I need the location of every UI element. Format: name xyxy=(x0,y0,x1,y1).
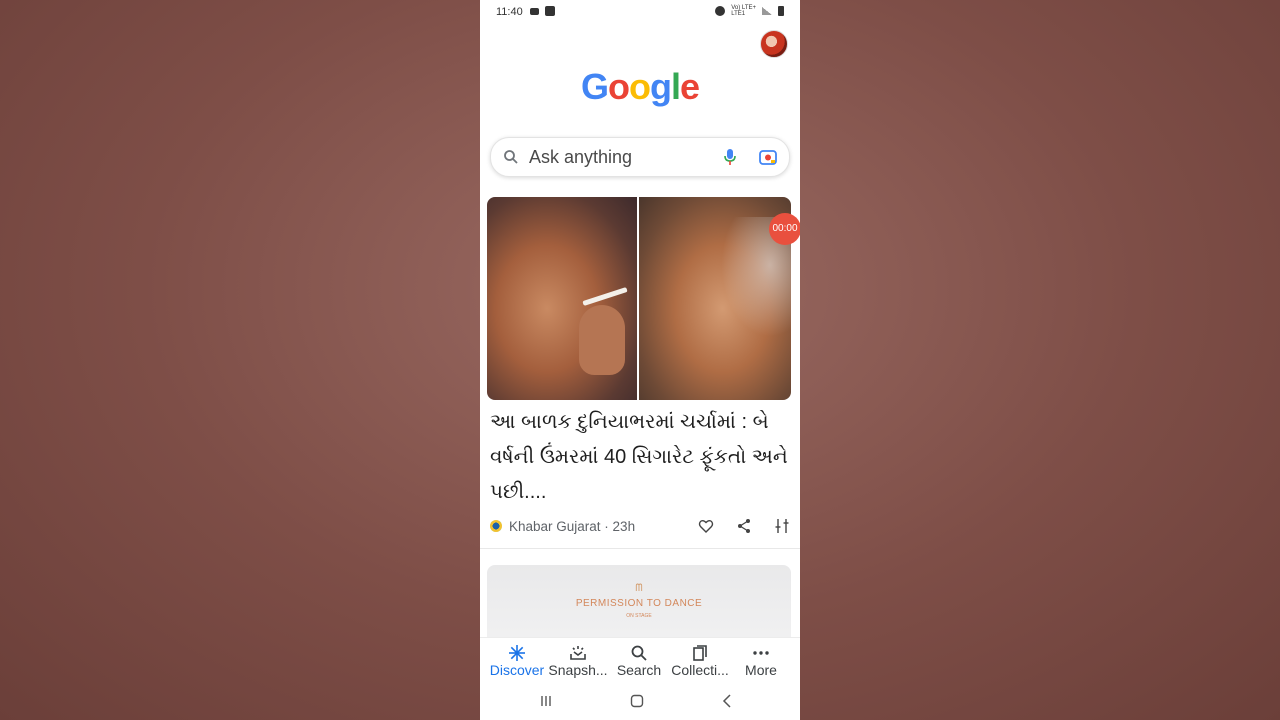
logo-letter: g xyxy=(649,66,672,107)
asterisk-icon xyxy=(509,645,525,661)
source-logo-icon xyxy=(490,520,502,532)
account-avatar[interactable] xyxy=(760,30,788,58)
nav-label: Discover xyxy=(489,662,545,678)
status-right-icons: Vo) LTE+ LTE1 xyxy=(715,5,784,17)
search-placeholder: Ask anything xyxy=(529,147,633,167)
signal-icon xyxy=(762,7,772,15)
logo-letter: l xyxy=(670,66,681,107)
more-dots-icon xyxy=(753,651,769,655)
nav-snapshot[interactable]: Snapsh... xyxy=(547,644,609,678)
nav-label: Collecti... xyxy=(671,662,729,678)
network-label: Vo) LTE+ LTE1 xyxy=(731,5,756,17)
mic-icon[interactable] xyxy=(723,148,737,166)
lens-camera-icon[interactable] xyxy=(759,149,777,165)
next-card-title: PERMISSION TO DANCE xyxy=(575,598,703,609)
heart-icon[interactable] xyxy=(698,518,714,534)
nav-more[interactable]: More xyxy=(730,644,792,678)
search-icon xyxy=(631,645,647,661)
logo-letter: o xyxy=(628,66,651,107)
nav-label: More xyxy=(745,662,777,678)
home-icon[interactable] xyxy=(629,693,645,709)
snapshot-icon xyxy=(570,646,586,660)
hand-shape xyxy=(579,305,625,375)
bts-logo-icon: ᗰ xyxy=(635,583,643,594)
logo-letter: e xyxy=(680,66,700,107)
search-icon xyxy=(504,150,518,164)
article-headline[interactable]: આ બાળક દુનિયાભરમાં ચર્ચામાં : બે વર્ષની … xyxy=(490,405,790,510)
share-icon[interactable] xyxy=(736,518,752,534)
back-icon[interactable] xyxy=(720,693,736,709)
search-bar[interactable]: Ask anything xyxy=(490,137,790,177)
battery-icon xyxy=(778,6,784,16)
nav-discover[interactable]: Discover xyxy=(486,644,548,678)
tune-icon[interactable] xyxy=(774,518,790,534)
bottom-navigation: Discover Snapsh... Search Collecti... Mo… xyxy=(480,637,800,684)
nav-label: Snapsh... xyxy=(548,662,608,678)
logo-letter: G xyxy=(580,66,609,107)
logo-letter: o xyxy=(607,66,630,107)
next-article-image[interactable]: ᗰ PERMISSION TO DANCE ON STAGE xyxy=(487,565,791,645)
alarm-icon xyxy=(715,6,726,16)
cigarette-shape xyxy=(582,287,628,306)
collections-icon xyxy=(693,645,707,661)
status-time: 11:40 xyxy=(496,6,523,18)
phone-screen: 11:40 Vo) LTE+ LTE1 Google Ask anything xyxy=(480,0,800,720)
next-card-subtitle: ON STAGE xyxy=(626,613,652,619)
edit-icon xyxy=(545,6,555,16)
article-source[interactable]: Khabar Gujarat · 23h xyxy=(509,519,635,534)
card-divider xyxy=(480,548,800,549)
nav-collections[interactable]: Collecti... xyxy=(669,644,731,678)
article-image-left xyxy=(487,197,637,400)
article-image[interactable] xyxy=(487,197,791,400)
recording-timer-badge[interactable]: 00:00 xyxy=(769,213,800,245)
status-left-icons xyxy=(530,6,555,16)
google-logo: Google xyxy=(480,66,800,108)
nav-search[interactable]: Search xyxy=(608,644,670,678)
article-meta: Khabar Gujarat · 23h xyxy=(490,518,790,536)
recent-apps-icon[interactable] xyxy=(538,693,554,709)
system-navigation-bar xyxy=(480,683,800,720)
nav-label: Search xyxy=(616,662,662,678)
status-bar: 11:40 Vo) LTE+ LTE1 xyxy=(480,0,800,24)
video-icon xyxy=(530,8,539,15)
